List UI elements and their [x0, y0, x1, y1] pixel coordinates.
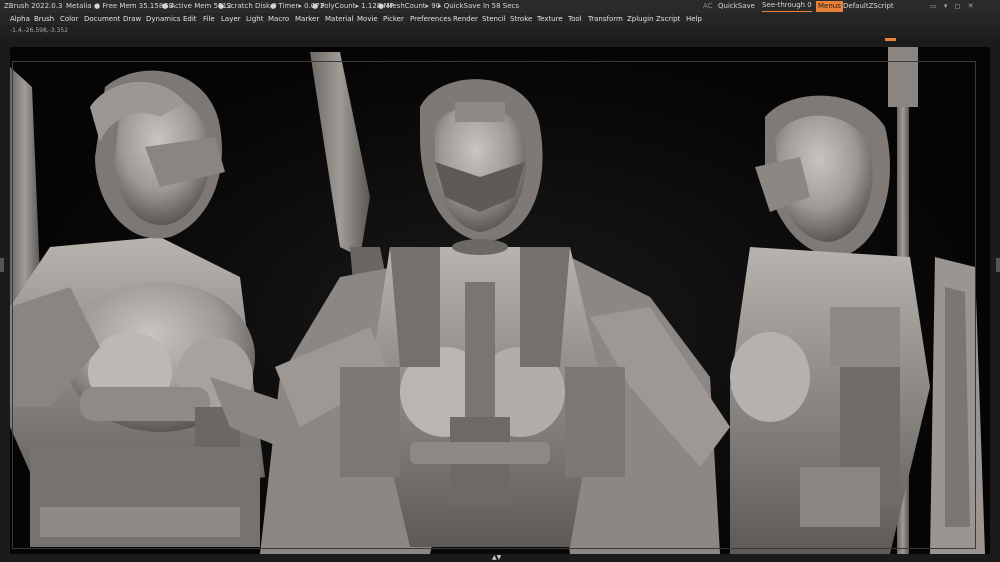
window-controls[interactable]: ▭ ▾ ◻ ✕: [930, 0, 974, 13]
menu-file[interactable]: File: [203, 13, 215, 25]
cursor-coordinates: -1.4,-26.598,-3.352: [10, 27, 69, 34]
figure-left-view: [10, 67, 300, 547]
left-tray-handle[interactable]: [0, 258, 4, 272]
menu-picker[interactable]: Picker: [383, 13, 404, 25]
menu-alpha[interactable]: Alpha: [10, 13, 30, 25]
quicksave-timer: ▸ QuickSave In 58 Secs: [438, 2, 520, 10]
menu-color[interactable]: Color: [60, 13, 78, 25]
title-bar: ZBrush 2022.0.3 Metalia ● Free Mem 35.15…: [0, 0, 1000, 13]
app-name: ZBrush 2022.0.3: [4, 2, 63, 10]
default-zscript-button[interactable]: DefaultZScript: [843, 0, 894, 13]
close-icon[interactable]: ✕: [968, 2, 974, 10]
user-name: Metalia: [66, 2, 92, 10]
ac-label: AC: [703, 2, 713, 10]
menu-marker[interactable]: Marker: [295, 13, 319, 25]
coordinate-bar: -1.4,-26.598,-3.352: [0, 25, 1000, 37]
see-through-slider[interactable]: See-through 0: [762, 0, 812, 12]
menu-document[interactable]: Document: [84, 13, 120, 25]
menus-button[interactable]: Menus: [816, 1, 843, 12]
menu-tool[interactable]: Tool: [568, 13, 582, 25]
menu-material[interactable]: Material: [325, 13, 353, 25]
menu-texture[interactable]: Texture: [537, 13, 563, 25]
menu-brush[interactable]: Brush: [34, 13, 54, 25]
scratch-disk: ● Scratch Disk 0: [218, 2, 277, 10]
bottom-tray-toggle[interactable]: ▲▼: [492, 554, 501, 561]
menu-layer[interactable]: Layer: [221, 13, 241, 25]
menu-bar: Alpha Brush Color Document Draw Dynamics…: [0, 13, 1000, 25]
figure-center-view: [260, 52, 730, 554]
menu-edit[interactable]: Edit: [183, 13, 197, 25]
menu-draw[interactable]: Draw: [123, 13, 141, 25]
menu-zplugin[interactable]: Zplugin: [627, 13, 653, 25]
menu-help[interactable]: Help: [686, 13, 702, 25]
menu-dynamics[interactable]: Dynamics: [146, 13, 181, 25]
menu-render[interactable]: Render: [453, 13, 478, 25]
menu-transform[interactable]: Transform: [588, 13, 623, 25]
menu-movie[interactable]: Movie: [357, 13, 378, 25]
quicksave-button[interactable]: QuickSave: [718, 0, 755, 13]
menu-stencil[interactable]: Stencil: [482, 13, 506, 25]
timeline-marker[interactable]: [885, 38, 896, 41]
menu-stroke[interactable]: Stroke: [510, 13, 532, 25]
sculpt-render: [10, 47, 985, 554]
layout-icon[interactable]: ▭: [930, 2, 937, 10]
right-tray-handle[interactable]: [996, 258, 1000, 272]
meshcount: ● MeshCount▸ 90: [378, 2, 441, 10]
sword-center-blade: [310, 52, 370, 257]
menu-preferences[interactable]: Preferences: [410, 13, 451, 25]
menu-macro[interactable]: Macro: [268, 13, 289, 25]
viewport-canvas[interactable]: [10, 47, 990, 554]
minimize-icon[interactable]: ▾: [944, 2, 948, 10]
restore-icon[interactable]: ◻: [955, 2, 961, 10]
figure-right-view: [730, 47, 985, 554]
menu-zscript[interactable]: Zscript: [656, 13, 680, 25]
menu-light[interactable]: Light: [246, 13, 263, 25]
